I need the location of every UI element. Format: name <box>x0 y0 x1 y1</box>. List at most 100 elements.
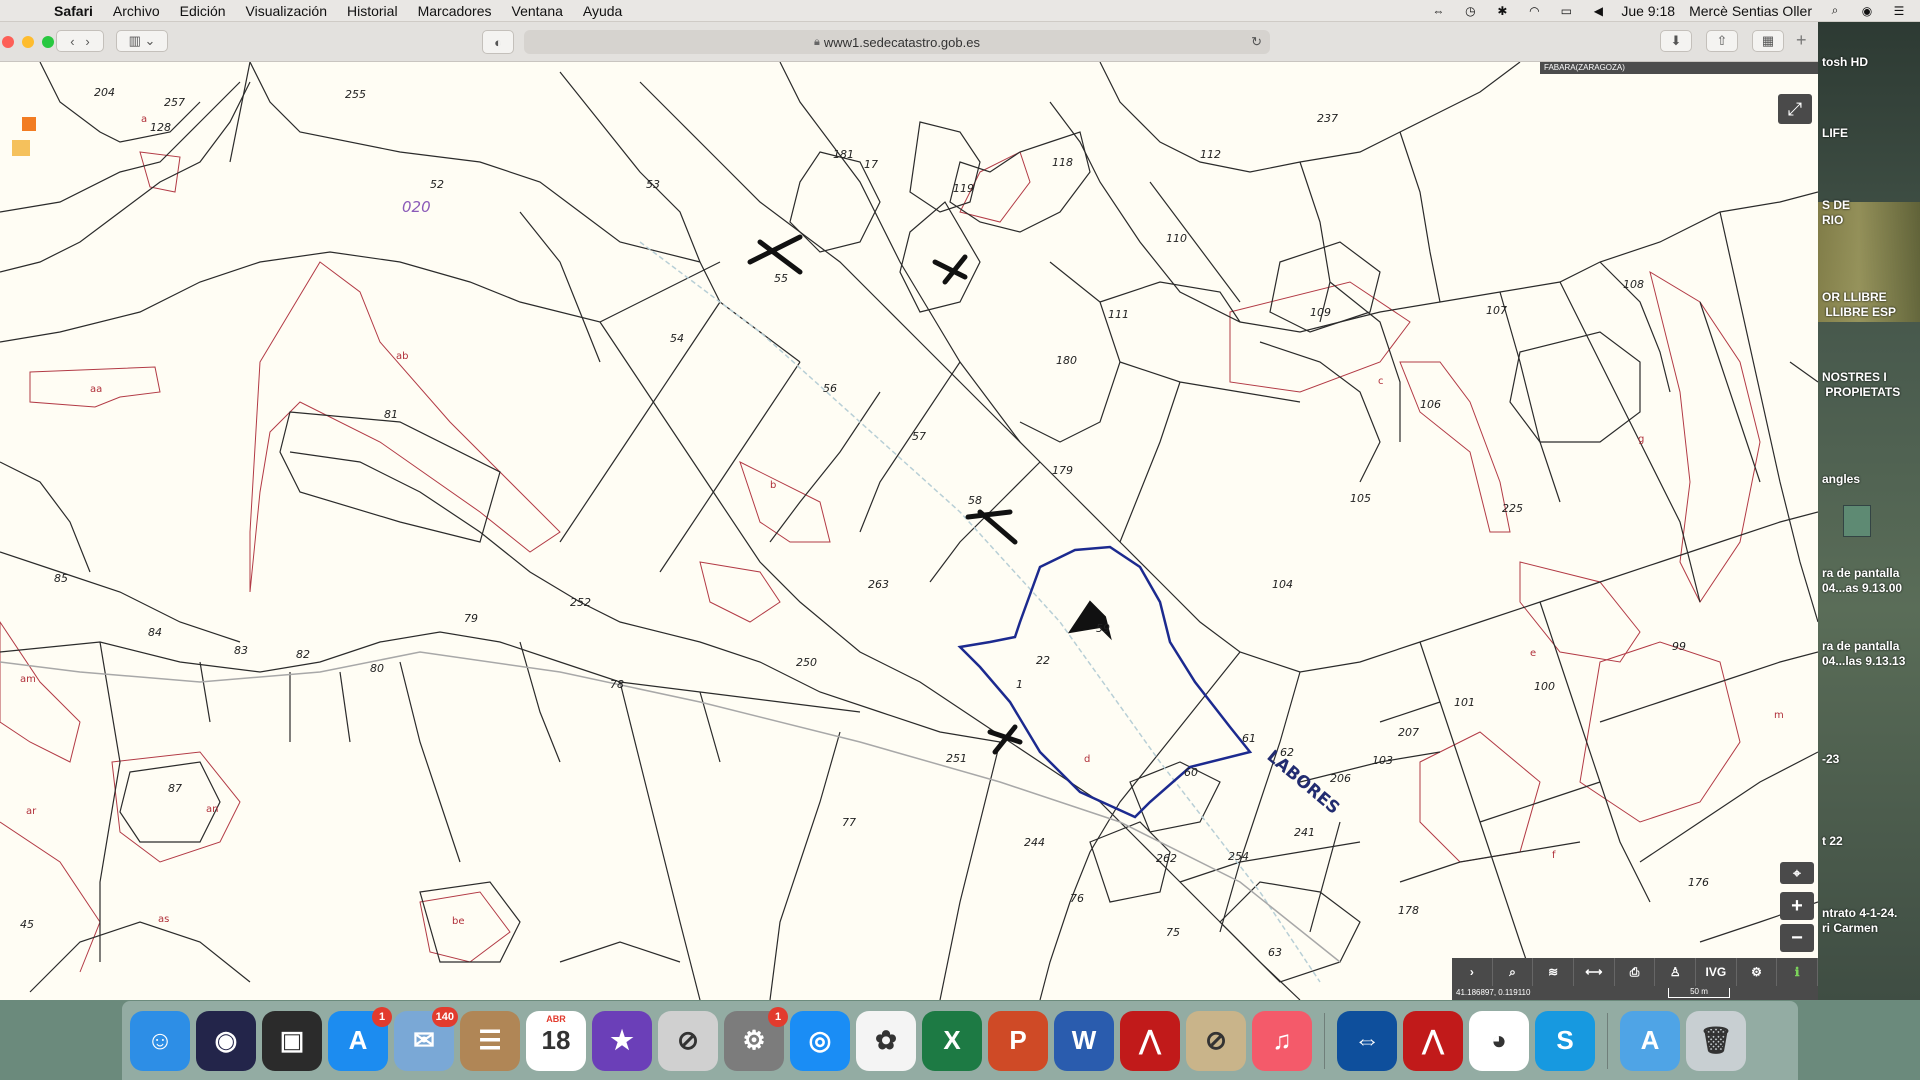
fullscreen-button[interactable]: ⤢ <box>1778 94 1812 124</box>
dock-app-skype[interactable]: S <box>1535 1010 1595 1071</box>
menu-ayuda[interactable]: Ayuda <box>573 3 632 19</box>
dock-app-acrobat-reader[interactable]: ⋀ <box>1403 1010 1463 1071</box>
tool-settings-button[interactable]: ⚙ <box>1737 958 1778 986</box>
parcel-number: 204 <box>94 86 115 99</box>
dock-app-skype-icon: S <box>1556 1025 1574 1055</box>
locate-button[interactable]: ⌖ <box>1780 862 1814 884</box>
dock-app-finder[interactable]: ☺ <box>130 1010 190 1071</box>
menu-app-name[interactable]: Safari <box>44 3 103 19</box>
zoom-window-button[interactable] <box>42 35 54 48</box>
menu-visualizacion[interactable]: Visualización <box>236 3 337 19</box>
downloads-button[interactable]: ⬇ <box>1660 30 1692 52</box>
dock-app-blocked-app[interactable]: ⊘ <box>658 1010 718 1071</box>
back-icon[interactable]: ‹ <box>70 34 74 49</box>
menu-marcadores[interactable]: Marcadores <box>408 3 502 19</box>
dock-app-trash[interactable]: 🗑 <box>1686 1010 1746 1071</box>
battery-icon[interactable]: ▭ <box>1557 4 1575 18</box>
tool-search-button[interactable]: ⌕ <box>1493 958 1534 986</box>
dock-app-imovie[interactable]: ★ <box>592 1010 652 1071</box>
minimize-window-button[interactable] <box>22 35 34 48</box>
privacy-report-button[interactable]: ◐ <box>482 30 514 54</box>
dock-app-mail[interactable]: ✉ 140 <box>394 1006 458 1071</box>
desktop-item-label[interactable]: LIFE <box>1822 126 1848 141</box>
parcel-number: 225 <box>1502 502 1523 515</box>
share-button[interactable]: ⇧ <box>1706 30 1738 52</box>
zoom-out-button[interactable]: − <box>1780 924 1814 952</box>
tool-measure-button[interactable]: ⟷ <box>1574 958 1615 986</box>
desktop-item-label[interactable]: OR LLIBRE LLIBRE ESP <box>1822 290 1896 320</box>
teamviewer-status-icon[interactable]: ⇔ <box>1429 4 1447 18</box>
layer-swatch-icon[interactable] <box>22 117 36 131</box>
tool-expand-button[interactable]: › <box>1452 958 1493 986</box>
dock-app-photo-booth[interactable]: ▣ <box>262 1010 322 1071</box>
expand-icon: ⤢ <box>1787 98 1803 119</box>
parcel-number: 118 <box>1052 156 1073 169</box>
parcel-number: 263 <box>868 578 889 591</box>
desktop-item-label[interactable]: ra de pantalla 04...las 9.13.13 <box>1822 639 1905 669</box>
dock-app-photos[interactable]: ✿ <box>856 1010 916 1071</box>
time-machine-icon[interactable]: ◷ <box>1461 4 1479 18</box>
spotlight-search-icon[interactable]: ⌕ <box>1826 3 1844 18</box>
dock-app-chrome[interactable]: ◕ <box>1469 1010 1529 1071</box>
desktop-item-label[interactable]: NOSTRES I PROPIETATS <box>1822 370 1900 400</box>
dock-app-powerpoint[interactable]: P <box>988 1010 1048 1071</box>
bluetooth-icon[interactable]: ✱ <box>1493 4 1511 18</box>
menu-ventana[interactable]: Ventana <box>502 3 573 19</box>
close-window-button[interactable] <box>2 35 14 48</box>
dock-app-safari[interactable]: ◎ <box>790 1010 850 1071</box>
dock-app-teamviewer[interactable]: ⇔ <box>1337 1010 1397 1071</box>
desktop-item-label[interactable]: ra de pantalla 04...as 9.13.00 <box>1822 566 1902 596</box>
scale-bar: 50 m <box>1668 988 1730 998</box>
user-name[interactable]: Mercè Sentias Oller <box>1689 3 1812 19</box>
dock-app-photo-booth-icon: ▣ <box>279 1025 305 1055</box>
notification-center-icon[interactable]: ☰ <box>1890 4 1908 18</box>
dock-app-music[interactable]: ♫ <box>1252 1010 1312 1071</box>
parcel-number: 176 <box>1688 876 1709 889</box>
dock-app-applications[interactable]: A <box>1620 1010 1680 1071</box>
clock[interactable]: Jue 9:18 <box>1621 3 1675 19</box>
dock-app-system-preferences-icon: ⚙ <box>742 1025 766 1055</box>
menu-archivo[interactable]: Archivo <box>103 3 170 19</box>
sidebar-toggle-button[interactable]: ▥ ⌄ <box>116 30 168 52</box>
siri-icon[interactable]: ◉ <box>1858 4 1876 18</box>
tool-ivg-button[interactable]: IVG <box>1696 958 1737 986</box>
desktop-file-thumbnail[interactable] <box>1843 505 1871 537</box>
new-tab-button[interactable]: + <box>1796 30 1807 51</box>
dock-app-system-preferences[interactable]: ⚙ 1 <box>724 1006 788 1071</box>
tab-overview-button[interactable]: ▦ <box>1752 30 1784 52</box>
parcel-number: 99 <box>1672 640 1686 653</box>
wifi-icon[interactable]: ◠ <box>1525 4 1543 18</box>
menu-historial[interactable]: Historial <box>337 3 408 19</box>
dock-app-acrobat-reader-icon: ⋀ <box>1422 1025 1444 1055</box>
dock-app-excel[interactable]: X <box>922 1010 982 1071</box>
dock-app-calendar[interactable]: 18 ABR <box>526 1010 586 1071</box>
desktop-item-label[interactable]: S DE RIO <box>1822 198 1850 228</box>
dock-app-word[interactable]: W <box>1054 1010 1114 1071</box>
desktop-item-label[interactable]: angles <box>1822 472 1860 487</box>
volume-icon[interactable]: ◀ <box>1589 4 1607 18</box>
desktop-item-label[interactable]: ntrato 4-1-24. ri Carmen <box>1822 906 1897 936</box>
desktop-item-label[interactable]: t 22 <box>1822 834 1843 849</box>
dock-app-contacts[interactable]: ☰ <box>460 1010 520 1071</box>
tool-info-button[interactable]: ℹ <box>1777 958 1818 986</box>
dock-app-siri[interactable]: ◉ <box>196 1010 256 1071</box>
zoom-in-button[interactable]: + <box>1780 892 1814 920</box>
cadastral-map[interactable]: 204 257 128 255 52 53 181 119 118 112 23… <box>0 62 1818 1000</box>
tool-layers-button[interactable]: ≋ <box>1533 958 1575 986</box>
tool-print-button[interactable]: ⎙ <box>1615 958 1656 986</box>
back-forward-buttons[interactable]: ‹ › <box>56 30 104 52</box>
reload-icon[interactable]: ↻ <box>1251 34 1262 50</box>
dock-app-powerpoint-icon: P <box>1009 1025 1027 1055</box>
menu-edicion[interactable]: Edición <box>170 3 236 19</box>
forward-icon[interactable]: › <box>85 34 89 49</box>
layer-swatch-icon[interactable] <box>12 140 30 156</box>
parcel-number: 105 <box>1350 492 1371 505</box>
dock-app-siri-icon: ◉ <box>214 1025 238 1055</box>
dock-app-preview[interactable]: ⊘ <box>1186 1010 1246 1071</box>
tool-streetview-button[interactable]: ♙ <box>1655 958 1697 986</box>
dock-app-acrobat[interactable]: ⋀ <box>1120 1010 1180 1071</box>
dock-app-app-store[interactable]: A1 <box>328 1006 392 1071</box>
desktop-item-label[interactable]: -23 <box>1822 752 1839 767</box>
desktop-item-label[interactable]: tosh HD <box>1822 55 1868 70</box>
address-bar[interactable]: 🔒︎ www1.sedecatastro.gob.es ↻ <box>524 30 1270 54</box>
